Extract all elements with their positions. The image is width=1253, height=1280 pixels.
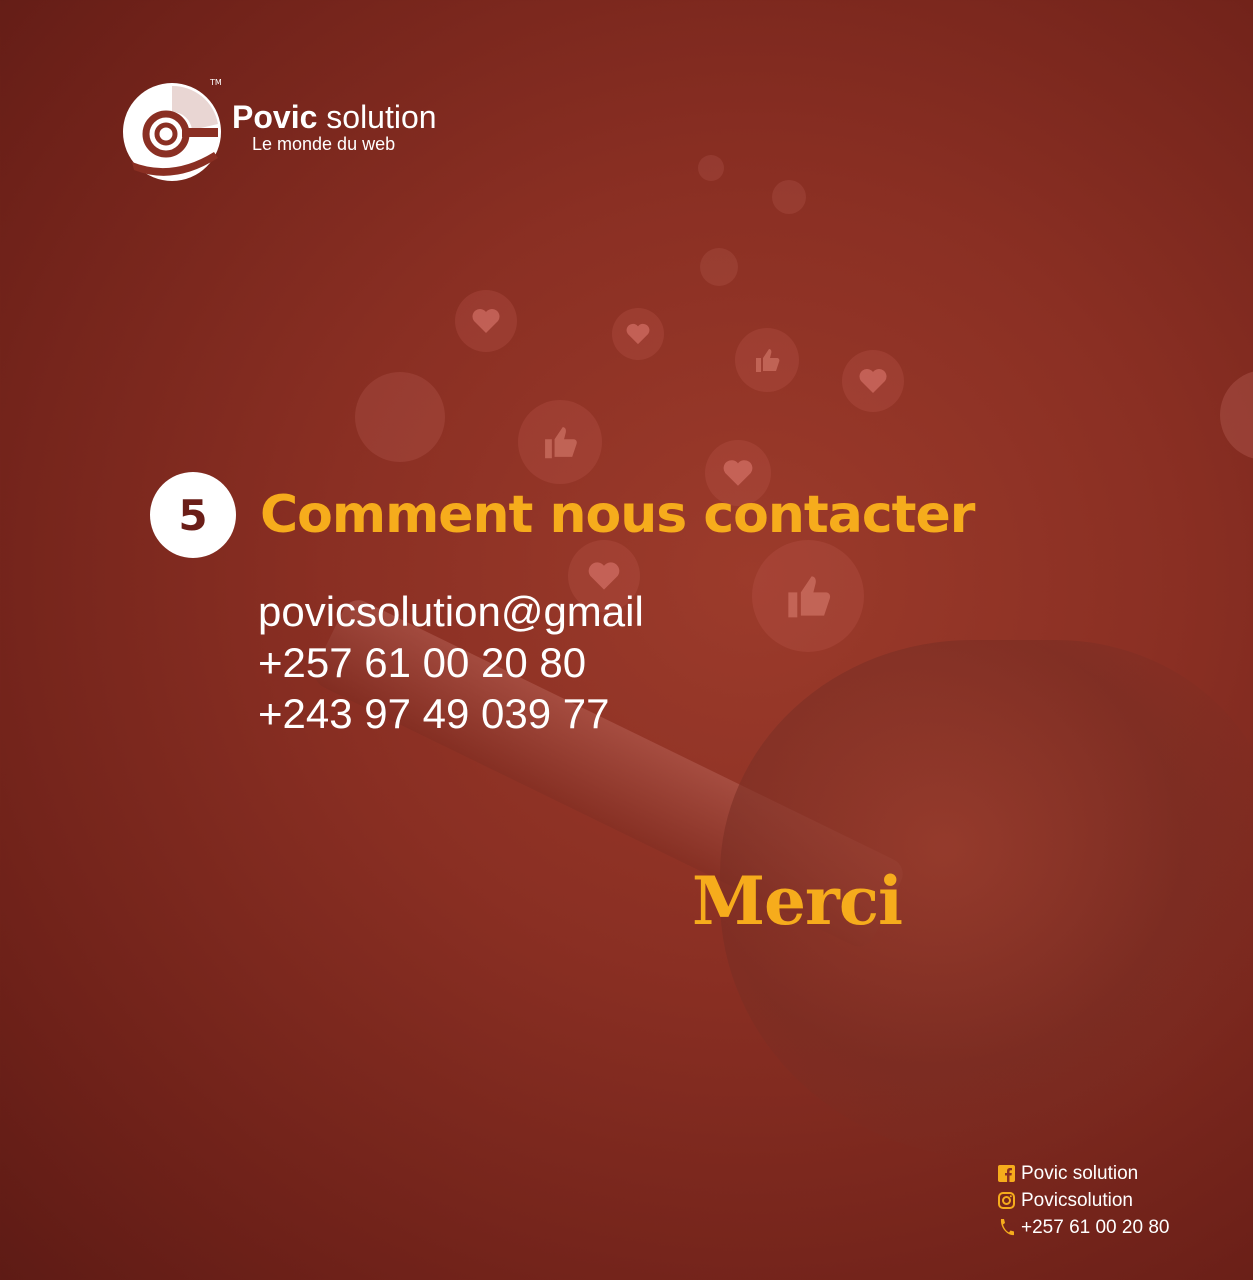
trademark-mark: TM <box>210 78 222 87</box>
facebook-label: Povic solution <box>1021 1162 1139 1184</box>
logo-mark-icon: TM <box>122 78 222 182</box>
phone-label: +257 61 00 20 80 <box>1021 1216 1170 1238</box>
brand-tagline: Le monde du web <box>252 133 396 154</box>
contact-list: povicsolution@gmail +257 61 00 20 80 +24… <box>258 586 644 739</box>
thumbs-up-icon <box>788 576 831 618</box>
section-heading: 5 Comment nous contacter <box>150 472 975 558</box>
brand-name-light: solution <box>317 98 437 135</box>
heart-bubble <box>612 308 664 360</box>
thumbs-up-icon <box>545 427 577 459</box>
social-facebook[interactable]: Povic solution <box>997 1160 1169 1187</box>
phone-icon <box>997 1219 1015 1237</box>
section-title: Comment nous contacter <box>260 485 975 545</box>
brand-name-bold: Povic <box>232 98 318 135</box>
brand-name: Povic solution <box>232 100 437 134</box>
thumbs-up-icon <box>756 349 780 372</box>
heart-bubble <box>455 290 517 352</box>
closing-text: Merci <box>692 862 903 940</box>
instagram-label: Povicsolution <box>1021 1189 1133 1211</box>
social-instagram[interactable]: Povicsolution <box>997 1187 1169 1214</box>
heart-bubble <box>842 350 904 412</box>
blur-bubble <box>1220 370 1253 460</box>
heart-icon <box>859 369 887 393</box>
heart-icon <box>472 309 500 333</box>
social-phone[interactable]: +257 61 00 20 80 <box>997 1214 1169 1241</box>
heart-icon <box>626 323 650 345</box>
facebook-icon <box>997 1165 1015 1183</box>
blur-bubble <box>772 180 806 214</box>
social-footer: Povic solution Povicsolution +257 61 00 … <box>997 1160 1169 1241</box>
contact-phone-2[interactable]: +243 97 49 039 77 <box>258 688 644 739</box>
instagram-icon <box>997 1192 1015 1210</box>
contact-email[interactable]: povicsolution@gmail <box>258 586 644 637</box>
like-bubble <box>735 328 799 392</box>
blur-bubble <box>698 155 724 181</box>
contact-phone-1[interactable]: +257 61 00 20 80 <box>258 637 644 688</box>
brand-logo: TM Povic solution Le monde du web <box>122 78 437 182</box>
step-number-badge: 5 <box>150 472 236 558</box>
blur-bubble <box>700 248 738 286</box>
blur-bubble <box>355 372 445 462</box>
